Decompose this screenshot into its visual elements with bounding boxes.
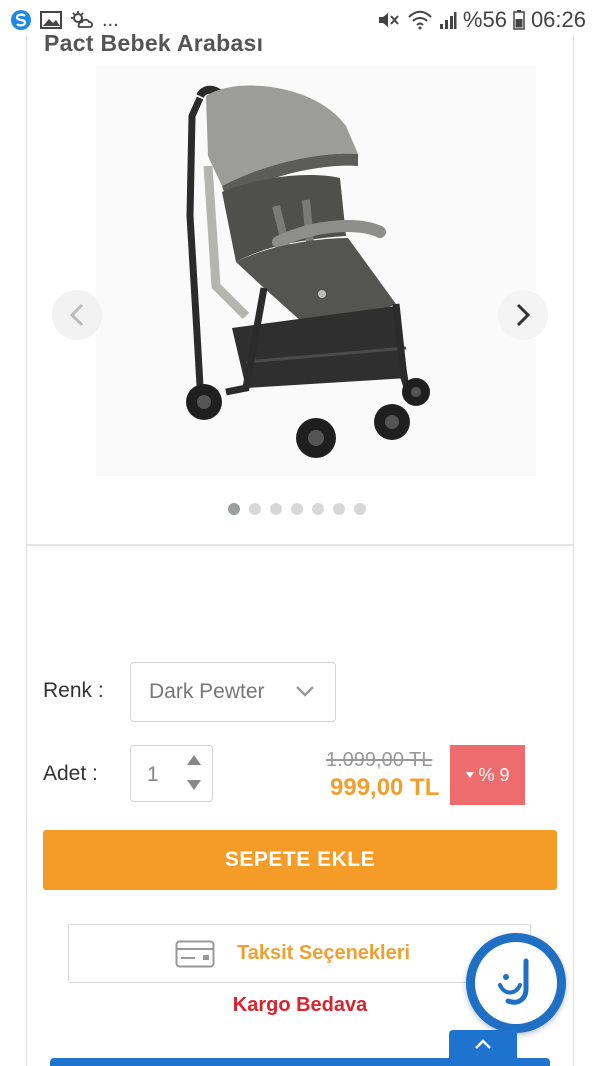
chevron-left-icon	[70, 303, 84, 327]
gallery-dot[interactable]	[228, 503, 240, 515]
gallery-dot[interactable]	[270, 503, 282, 515]
chevron-up-icon	[475, 1039, 491, 1049]
quantity-stepper[interactable]: 1	[130, 745, 213, 802]
color-select-value: Dark Pewter	[149, 680, 265, 703]
image-icon	[40, 10, 62, 30]
chevron-right-icon	[516, 303, 530, 327]
mute-icon	[377, 10, 401, 30]
color-label: Renk :	[43, 679, 104, 702]
status-time: 06:26	[530, 7, 586, 32]
chevron-down-icon	[296, 686, 314, 697]
gallery-next-button[interactable]	[498, 290, 548, 340]
gallery-prev-button[interactable]	[52, 290, 102, 340]
triangle-up-icon	[187, 755, 201, 765]
discount-badge: % 9	[450, 745, 525, 805]
old-price: 1.099,00 TL	[326, 749, 433, 771]
gallery-dot[interactable]	[312, 503, 324, 515]
battery-icon	[513, 10, 525, 30]
weather-icon	[70, 10, 94, 30]
gallery-dot[interactable]	[354, 503, 366, 515]
chat-icon	[475, 942, 557, 1024]
gallery-dot[interactable]	[249, 503, 261, 515]
product-title: Pact Bebek Arabası	[44, 30, 264, 56]
credit-card-icon	[175, 940, 215, 967]
triangle-down-icon	[187, 780, 201, 790]
gallery-dots	[228, 503, 366, 515]
s-app-icon	[10, 9, 32, 31]
color-select[interactable]: Dark Pewter	[130, 662, 336, 722]
caret-down-icon	[466, 772, 475, 778]
installments-label: Taksit Seçenekleri	[237, 942, 411, 964]
gallery-dot[interactable]	[291, 503, 303, 515]
status-dots: ...	[102, 8, 119, 31]
quantity-decrease-button[interactable]	[185, 777, 203, 793]
quantity-value[interactable]: 1	[147, 763, 159, 787]
scroll-top-button[interactable]	[449, 1030, 517, 1066]
installments-button[interactable]: Taksit Seçenekleri	[68, 924, 531, 983]
gallery-dot[interactable]	[333, 503, 345, 515]
chat-button[interactable]	[466, 933, 566, 1033]
battery-percent: %56	[462, 7, 507, 32]
wifi-icon	[407, 10, 433, 30]
new-price: 999,00 TL	[330, 774, 440, 801]
status-bar-left: ...	[10, 9, 119, 32]
status-bar-right: %56 06:26	[377, 7, 586, 33]
quantity-label: Adet :	[43, 762, 98, 785]
discount-value: % 9	[478, 764, 510, 785]
quantity-increase-button[interactable]	[185, 752, 203, 768]
product-gallery[interactable]	[96, 66, 536, 476]
section-divider	[26, 544, 574, 546]
add-to-cart-button[interactable]: SEPETE EKLE	[43, 830, 557, 890]
signal-icon	[439, 10, 457, 30]
stroller-image	[186, 85, 430, 458]
